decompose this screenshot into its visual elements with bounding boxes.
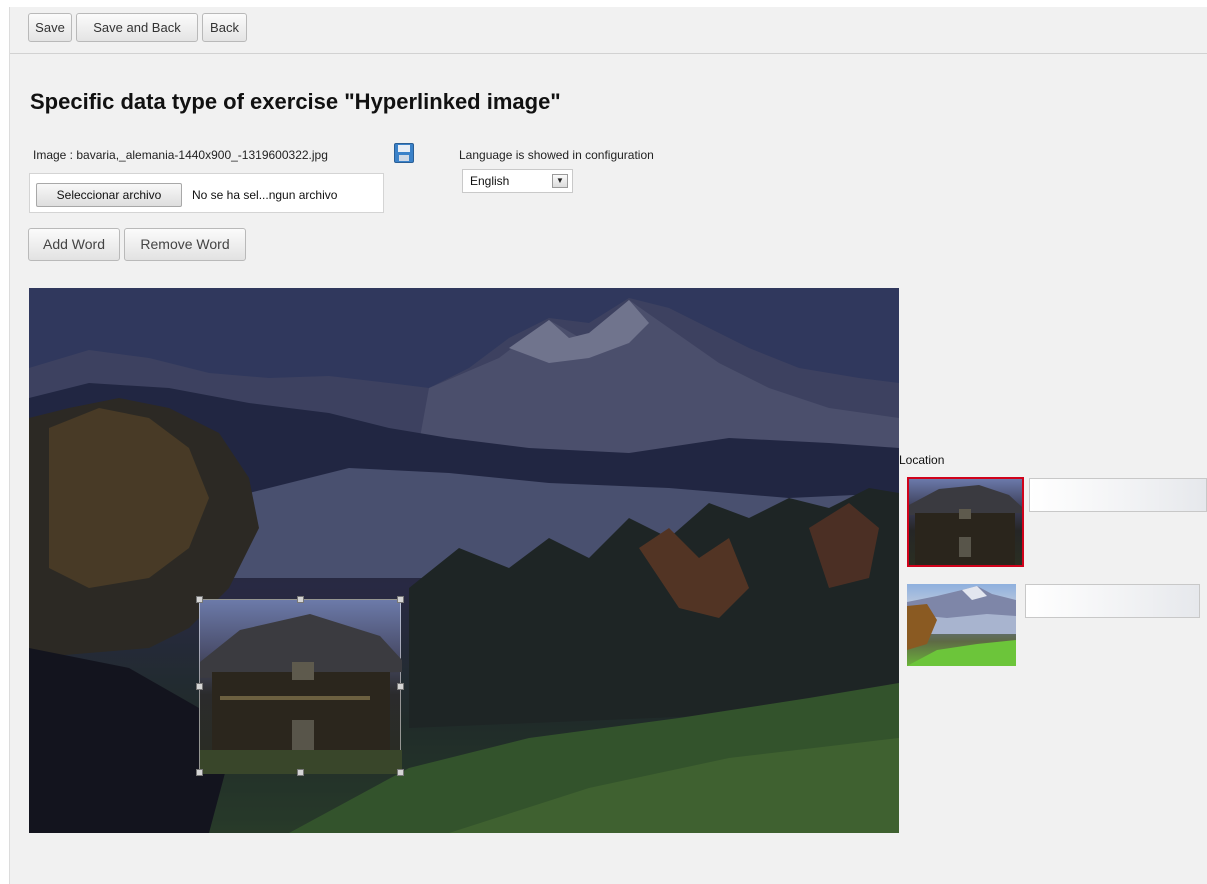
language-select[interactable]: English ▼ (462, 169, 573, 193)
select-file-button[interactable]: Seleccionar archivo (36, 183, 182, 207)
divider (10, 53, 1207, 54)
language-selected-value: English (470, 174, 510, 188)
back-button[interactable]: Back (202, 13, 247, 42)
resize-handle-bottom[interactable] (297, 769, 304, 776)
page-title: Specific data type of exercise "Hyperlin… (30, 89, 561, 114)
floppy-disk-icon[interactable] (394, 143, 414, 163)
location-label: Location (899, 453, 945, 467)
location-thumbnail-selected[interactable] (907, 477, 1024, 567)
resize-handle-top[interactable] (297, 596, 304, 603)
location-thumbnail[interactable] (907, 584, 1016, 666)
file-status-text: No se ha sel...ngun archivo (192, 188, 338, 202)
house-crop (200, 614, 402, 774)
chevron-down-icon[interactable]: ▼ (552, 174, 568, 188)
resize-handle-bottom-left[interactable] (196, 769, 203, 776)
resize-handle-top-right[interactable] (397, 596, 404, 603)
house-thumbnail (909, 485, 1022, 565)
save-button[interactable]: Save (28, 13, 72, 42)
location-input-1[interactable] (1029, 478, 1207, 512)
remove-word-button[interactable]: Remove Word (124, 228, 246, 261)
language-label: Language is showed in configuration (459, 148, 654, 162)
resize-handle-bottom-right[interactable] (397, 769, 404, 776)
resize-handle-top-left[interactable] (196, 596, 203, 603)
selection-region[interactable] (196, 596, 404, 776)
save-and-back-button[interactable]: Save and Back (76, 13, 198, 42)
resize-handle-left[interactable] (196, 683, 203, 690)
location-input-2[interactable] (1025, 584, 1200, 618)
add-word-button[interactable]: Add Word (28, 228, 120, 261)
hyperlinked-image-canvas[interactable] (29, 288, 899, 833)
landscape-thumbnail (907, 586, 1016, 666)
file-input: Seleccionar archivo No se ha sel...ngun … (29, 173, 384, 213)
page-content: Save Save and Back Back Specific data ty… (9, 7, 1207, 884)
image-filename-label: Image : bavaria,_alemania-1440x900_-1319… (33, 148, 328, 162)
resize-handle-right[interactable] (397, 683, 404, 690)
landscape-image (29, 288, 899, 833)
